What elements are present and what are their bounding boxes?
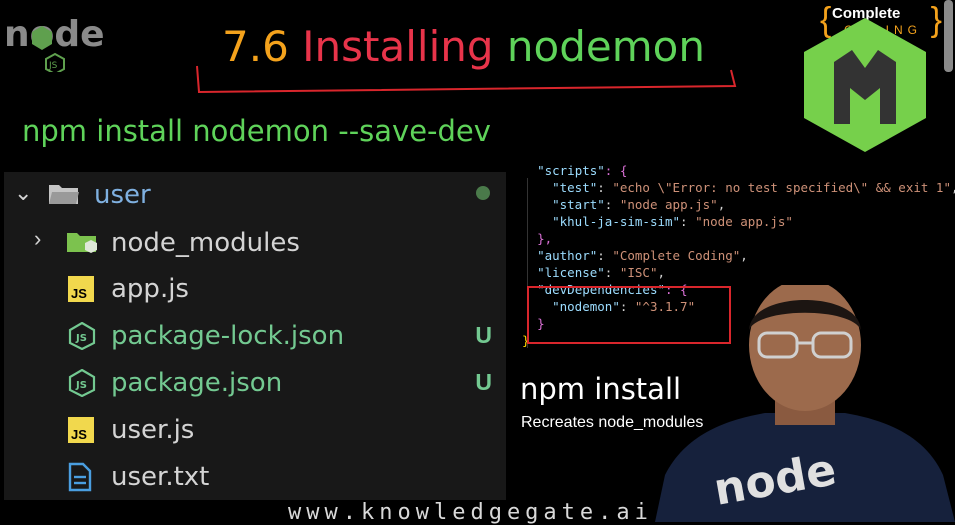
scrollbar-thumb[interactable]: [944, 0, 953, 72]
nodejs-logo: node JS: [4, 14, 105, 72]
presenter-image: node: [655, 285, 955, 522]
list-item-package-json[interactable]: JS package.json U: [4, 360, 506, 406]
folder-row-user[interactable]: ⌄ user: [4, 172, 506, 218]
title-underline: [196, 65, 737, 94]
folder-name-user: user: [94, 180, 151, 210]
status-badge-untracked: U: [475, 322, 492, 348]
list-item-package-lock[interactable]: JS package-lock.json U: [4, 313, 506, 359]
status-badge-untracked: U: [475, 369, 492, 395]
install-command: npm install nodemon --save-dev: [22, 114, 491, 148]
node-logo-text: node: [4, 14, 105, 55]
modified-dot: [476, 186, 490, 200]
svg-text:JS: JS: [75, 333, 87, 344]
list-item-user-txt[interactable]: user.txt: [4, 454, 506, 500]
code-line: "khul-ja-sim-sim": "node app.js": [552, 214, 793, 229]
code-line: "license": "ISC",: [537, 265, 666, 280]
js-logo-text: JS: [48, 61, 58, 71]
website-watermark: www.knowledgegate.ai: [288, 500, 653, 525]
node-js-file-icon: JS: [68, 369, 96, 397]
folder-open-icon: [49, 185, 79, 204]
code-line: "start": "node app.js",: [552, 197, 726, 212]
file-name: user.js: [111, 415, 195, 445]
node-js-file-icon: JS: [68, 322, 96, 350]
svg-text:JS: JS: [75, 380, 87, 391]
js-file-icon: JS: [68, 276, 94, 302]
file-name: package-lock.json: [111, 321, 345, 351]
file-name: node_modules: [111, 228, 300, 258]
list-item-user-js[interactable]: JS user.js: [4, 407, 506, 453]
list-item-node-modules[interactable]: › node_modules: [4, 219, 506, 265]
list-item-app-js[interactable]: JS app.js: [4, 266, 506, 312]
file-name: user.txt: [111, 462, 210, 492]
chevron-right-icon[interactable]: ›: [34, 226, 41, 252]
code-line: "scripts": {: [537, 163, 628, 178]
folder-icon: [67, 233, 97, 253]
code-line: },: [537, 231, 553, 246]
nodemon-logo: [804, 18, 926, 152]
chevron-down-icon[interactable]: ⌄: [14, 180, 32, 206]
file-explorer: ⌄ user › node_modules JS app.js JS packa…: [4, 172, 506, 500]
js-file-icon: JS: [68, 417, 94, 443]
file-name: package.json: [111, 368, 283, 398]
file-name: app.js: [111, 274, 189, 304]
code-line: "test": "echo \"Error: no test specified…: [552, 180, 955, 195]
text-file-icon: [68, 462, 92, 492]
code-line: "author": "Complete Coding",: [537, 248, 748, 263]
